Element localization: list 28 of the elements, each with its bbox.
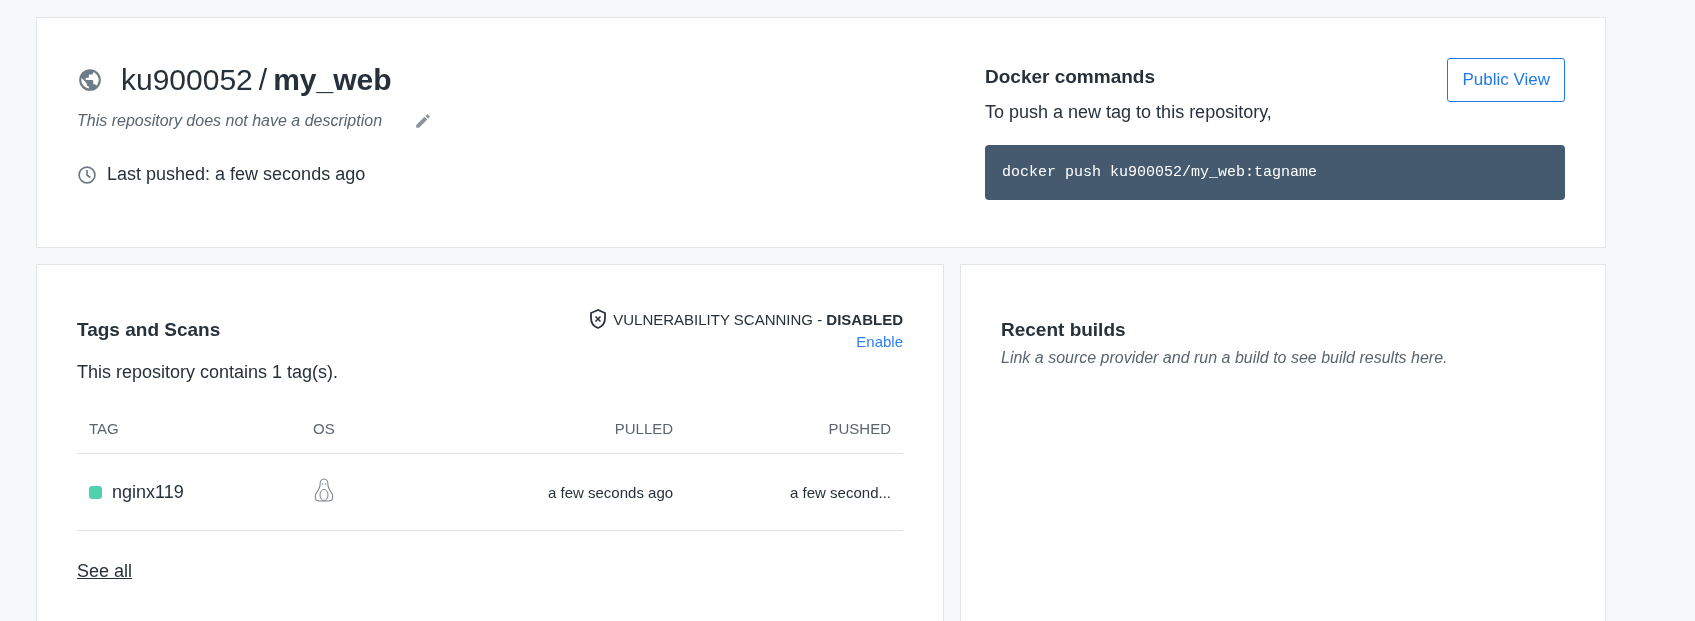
docker-commands-heading: Docker commands [985,66,1155,88]
recent-builds-message: Link a source provider and run a build to see build results here. [1001,349,1449,367]
penguin-icon [313,477,335,504]
repository-name: my_web [273,63,392,97]
see-all-link[interactable]: See all [77,561,133,582]
vulnerability-scanning-status: VULNERABILITY SCANNING - DISABLED [613,310,903,328]
repository-description: This repository does not have a description [77,112,383,130]
tags-heading: Tags and Scans [77,319,221,342]
pulled-cell: a few seconds ago [425,453,686,531]
push-instruction: To push a new tag to this repository, [985,102,1273,123]
column-header: PUSHED [685,403,903,454]
last-pushed-text: Last pushed: a few seconds ago [107,164,366,185]
tag-name[interactable]: nginx119 [112,481,184,503]
repository-namespace[interactable]: ku900052 [121,63,253,97]
shield-x-icon [589,309,608,329]
column-header: TAG [77,403,301,454]
column-header: PULLED [425,403,686,454]
docker-command-block: docker push ku900052/my_web:tagname [985,145,1565,200]
clock-icon [77,164,97,185]
globe-icon [77,67,103,93]
pushed-cell: a few second... [685,453,903,531]
column-header: OS [301,403,425,454]
pencil-icon[interactable] [414,112,433,130]
path-separator: / [258,63,268,97]
enable-link[interactable]: Enable [856,333,903,350]
public-view-button[interactable]: Public View [1447,58,1565,102]
tag-count-text: This repository contains 1 tag(s). [77,362,340,383]
recent-builds-heading: Recent builds [1001,319,1127,341]
